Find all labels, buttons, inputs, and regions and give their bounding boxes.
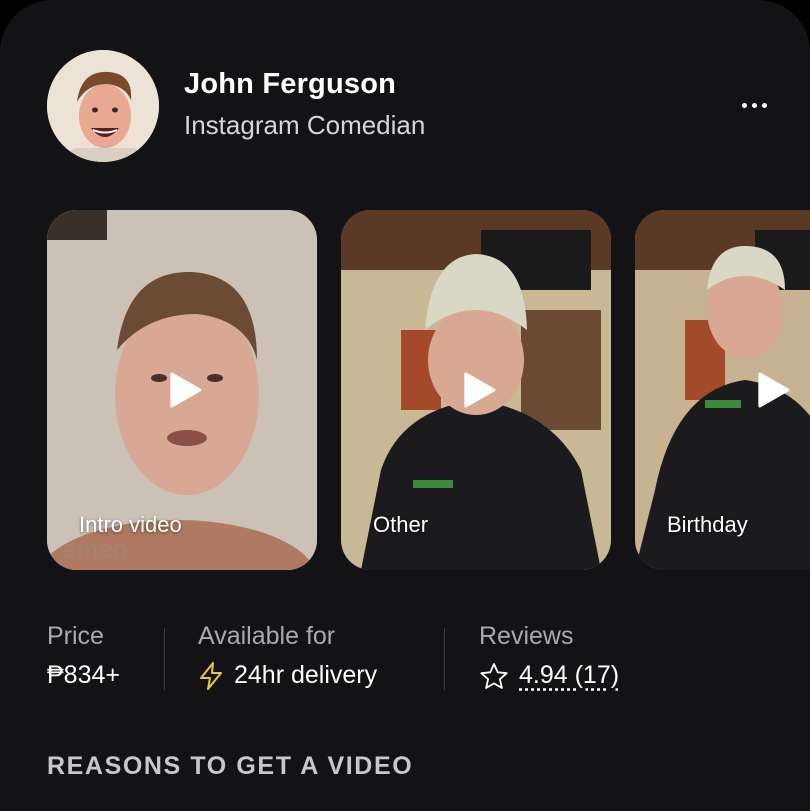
video-label: Birthday: [667, 512, 748, 537]
price-label: Price: [47, 622, 104, 650]
video-label: Intro video: [79, 512, 182, 537]
rating-link[interactable]: 4.94 (17): [519, 661, 619, 690]
talent-profile-card: John Ferguson Instagram Comedian ameo In…: [0, 0, 810, 811]
video-card-other[interactable]: Other: [341, 210, 611, 570]
ellipsis-dot: [751, 102, 757, 108]
talent-category: Instagram Comedian: [184, 110, 426, 140]
reviews-stat: Reviews 4.94 (17): [479, 622, 619, 690]
star-outline-icon: [480, 662, 508, 689]
price-value: ₱834+: [47, 661, 120, 689]
ellipsis-dot: [741, 102, 747, 108]
profile-header: John Ferguson Instagram Comedian: [47, 50, 767, 162]
delivery-text: 24hr delivery: [234, 661, 378, 689]
play-icon: [758, 372, 790, 408]
play-icon: [464, 372, 496, 408]
video-card-birthday[interactable]: Birthday: [635, 210, 810, 570]
availability-stat: Available for 24hr delivery: [198, 622, 377, 690]
section-title: REASONS TO GET A VIDEO: [47, 752, 414, 780]
more-options-button[interactable]: [733, 90, 775, 120]
svg-text:ameo: ameo: [62, 534, 127, 564]
play-icon: [170, 372, 202, 408]
video-carousel[interactable]: ameo Intro video Other Birthday: [47, 210, 810, 570]
price-stat: Price ₱834+: [47, 622, 120, 690]
divider: [164, 628, 165, 690]
reviews-label: Reviews: [479, 622, 574, 650]
video-label: Other: [373, 512, 429, 537]
lightning-icon: [200, 661, 222, 690]
talent-name: John Ferguson: [184, 68, 397, 100]
ellipsis-dot: [761, 102, 767, 108]
availability-value: 24hr delivery: [198, 661, 377, 690]
avatar[interactable]: [47, 50, 159, 162]
stats-row: Price ₱834+ Available for 24hr delivery …: [47, 622, 787, 702]
reviews-value: 4.94 (17): [479, 661, 619, 690]
availability-label: Available for: [198, 622, 336, 650]
video-card-intro[interactable]: ameo Intro video: [47, 210, 317, 570]
divider: [444, 628, 445, 690]
